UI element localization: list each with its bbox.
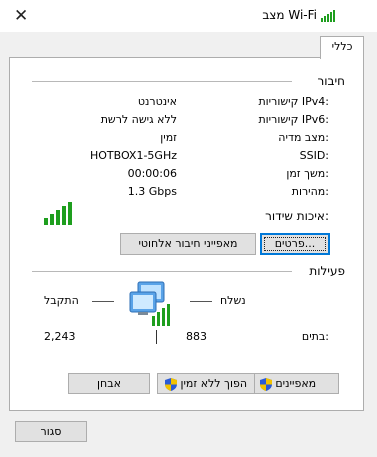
- bytes-label: בתים:: [301, 330, 329, 343]
- ipv4-value: אינטרנט: [137, 95, 177, 108]
- signal-quality-label: איכות שידור:: [265, 209, 329, 223]
- speed-label: מהירות:: [291, 185, 329, 198]
- sent-dash: [190, 301, 212, 302]
- focus-ring: [264, 237, 326, 251]
- wifi-signal-icon: [321, 10, 335, 22]
- window-title: מצב Wi-Fi: [262, 8, 317, 22]
- signal-strength-icon: [44, 202, 72, 225]
- bytes-divider: [156, 330, 157, 344]
- received-dash: [92, 301, 114, 302]
- disable-button[interactable]: הפוך ללא זמין: [157, 373, 255, 394]
- shield-icon: [164, 377, 177, 391]
- duration-label: משך זמן:: [286, 167, 329, 180]
- ssid-value: HOTBOX1-5GHz: [89, 149, 177, 162]
- connection-heading: חיבור: [317, 74, 345, 88]
- details-button[interactable]: פרטים...: [260, 233, 330, 255]
- sent-label: נשלח: [220, 294, 246, 307]
- title-bar: ✕ מצב Wi-Fi: [0, 0, 377, 32]
- ipv6-label: קישוריות IPv6:: [258, 113, 329, 126]
- ipv6-value: ללא גישה לרשת: [100, 113, 177, 126]
- properties-button-label: מאפיינים: [275, 377, 317, 390]
- activity-divider: [32, 271, 292, 272]
- ipv4-label: קישוריות IPv4:: [258, 95, 329, 108]
- diagnose-button[interactable]: אבחן: [68, 373, 150, 394]
- ssid-label: SSID:: [299, 149, 329, 162]
- disable-button-label: הפוך ללא זמין: [180, 377, 248, 390]
- duration-value: 00:00:06: [127, 167, 177, 180]
- network-computers-icon: [129, 281, 170, 326]
- activity-heading: פעילות: [309, 264, 345, 278]
- connection-divider: [32, 81, 292, 82]
- media-state-value: זמין: [160, 131, 177, 144]
- close-icon[interactable]: ✕: [14, 6, 28, 26]
- shield-icon: [259, 377, 272, 391]
- tab-general[interactable]: כללי: [320, 36, 364, 59]
- wireless-properties-button[interactable]: מאפייני חיבור אלחוטי: [120, 233, 256, 255]
- received-bytes-value: 2,243: [44, 330, 76, 343]
- received-label: התקבל: [44, 294, 79, 307]
- speed-value: 1.3 Gbps: [127, 185, 177, 198]
- media-state-label: מצב מדיה:: [278, 131, 329, 144]
- close-button[interactable]: סגור: [15, 421, 87, 442]
- sent-bytes-value: 883: [186, 330, 207, 343]
